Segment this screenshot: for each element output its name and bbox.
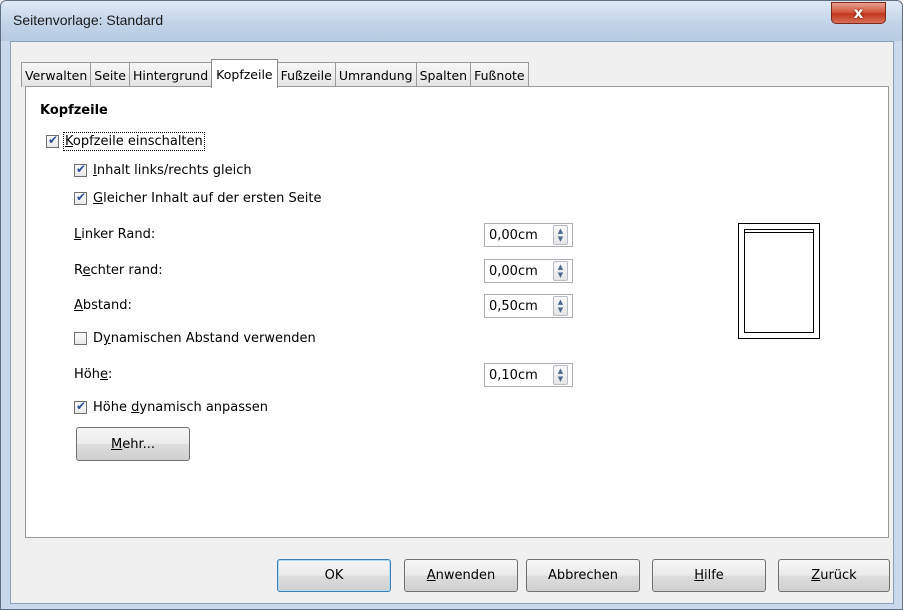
- right-margin-label: Rechter rand:: [74, 263, 163, 278]
- page-preview: [738, 223, 820, 339]
- page-preview-body: [744, 229, 814, 333]
- spacing-spinbox[interactable]: 0,50cm ▲ ▼: [484, 294, 573, 318]
- same-content-lr-checkbox[interactable]: Inhalt links/rechts gleich: [74, 162, 252, 178]
- section-title: Kopfzeile: [40, 103, 108, 118]
- title-bar[interactable]: Seitenvorlage: Standard x: [1, 1, 902, 41]
- close-icon: x: [853, 4, 864, 22]
- spin-arrows-icon[interactable]: ▲ ▼: [553, 296, 568, 316]
- check-icon[interactable]: [74, 190, 87, 205]
- spin-arrows-icon[interactable]: ▲ ▼: [553, 365, 568, 385]
- same-content-first-page-label: Gleicher Inhalt auf der ersten Seite: [93, 191, 322, 206]
- more-button-label: Mehr...: [110, 436, 155, 452]
- tab-fussnote[interactable]: Fußnote: [470, 62, 529, 87]
- left-margin-value[interactable]: 0,00cm: [485, 228, 553, 243]
- tab-verwalten[interactable]: Verwalten: [21, 62, 92, 87]
- reset-button[interactable]: Zurück: [778, 559, 890, 592]
- tab-bar: Verwalten Seite Hintergrund Kopfzeile Fu…: [21, 59, 529, 88]
- left-margin-spinbox[interactable]: 0,00cm ▲ ▼: [484, 223, 573, 247]
- check-icon[interactable]: [74, 162, 87, 177]
- same-content-first-page-checkbox[interactable]: Gleicher Inhalt auf der ersten Seite: [74, 190, 322, 206]
- apply-button[interactable]: Anwenden: [404, 559, 518, 592]
- dynamic-spacing-label: Dynamischen Abstand verwenden: [93, 331, 316, 346]
- help-button[interactable]: Hilfe: [652, 559, 766, 592]
- spacing-label: Abstand:: [74, 298, 132, 313]
- right-margin-value[interactable]: 0,00cm: [485, 264, 553, 279]
- height-value[interactable]: 0,10cm: [485, 368, 553, 383]
- height-label: Höhe:: [74, 367, 113, 382]
- check-icon[interactable]: [46, 133, 59, 148]
- page-preview-header: [744, 229, 814, 233]
- enable-header-label: Kopfzeile einschalten: [63, 132, 205, 151]
- help-button-label: Hilfe: [694, 568, 724, 583]
- tab-hintergrund[interactable]: Hintergrund: [128, 62, 213, 87]
- dialog-window: Seitenvorlage: Standard x Verwalten Seit…: [0, 0, 903, 610]
- window-title: Seitenvorlage: Standard: [13, 12, 164, 28]
- tab-panel-kopfzeile: Kopfzeile Kopfzeile einschalten Inhalt l…: [25, 86, 889, 538]
- checkbox-empty-icon[interactable]: [74, 332, 87, 345]
- cancel-button[interactable]: Abbrechen: [526, 559, 640, 592]
- tab-umrandung[interactable]: Umrandung: [334, 62, 417, 87]
- reset-button-label: Zurück: [811, 568, 857, 583]
- ok-button[interactable]: OK: [277, 559, 391, 592]
- spin-arrows-icon[interactable]: ▲ ▼: [553, 225, 568, 245]
- enable-header-checkbox[interactable]: Kopfzeile einschalten: [46, 132, 205, 151]
- check-icon[interactable]: [74, 399, 87, 414]
- more-button[interactable]: Mehr...: [76, 427, 190, 461]
- ok-button-label: OK: [324, 568, 344, 583]
- apply-button-label: Anwenden: [426, 568, 496, 583]
- tab-kopfzeile[interactable]: Kopfzeile: [211, 59, 278, 88]
- same-content-lr-label: Inhalt links/rechts gleich: [93, 163, 252, 178]
- tab-fusszeile[interactable]: Fußzeile: [276, 62, 336, 87]
- left-margin-label: Linker Rand:: [74, 227, 156, 242]
- cancel-button-label: Abbrechen: [547, 568, 619, 583]
- dialog-client: Verwalten Seite Hintergrund Kopfzeile Fu…: [10, 41, 894, 604]
- autofit-height-label: Höhe dynamisch anpassen: [93, 400, 269, 415]
- close-button[interactable]: x: [831, 2, 886, 24]
- spin-arrows-icon[interactable]: ▲ ▼: [553, 261, 568, 281]
- tab-seite[interactable]: Seite: [90, 62, 130, 87]
- spacing-value[interactable]: 0,50cm: [485, 299, 553, 314]
- tab-spalten[interactable]: Spalten: [415, 62, 472, 87]
- right-margin-spinbox[interactable]: 0,00cm ▲ ▼: [484, 259, 573, 283]
- dynamic-spacing-checkbox[interactable]: Dynamischen Abstand verwenden: [74, 331, 316, 346]
- autofit-height-checkbox[interactable]: Höhe dynamisch anpassen: [74, 399, 269, 415]
- height-spinbox[interactable]: 0,10cm ▲ ▼: [484, 363, 573, 387]
